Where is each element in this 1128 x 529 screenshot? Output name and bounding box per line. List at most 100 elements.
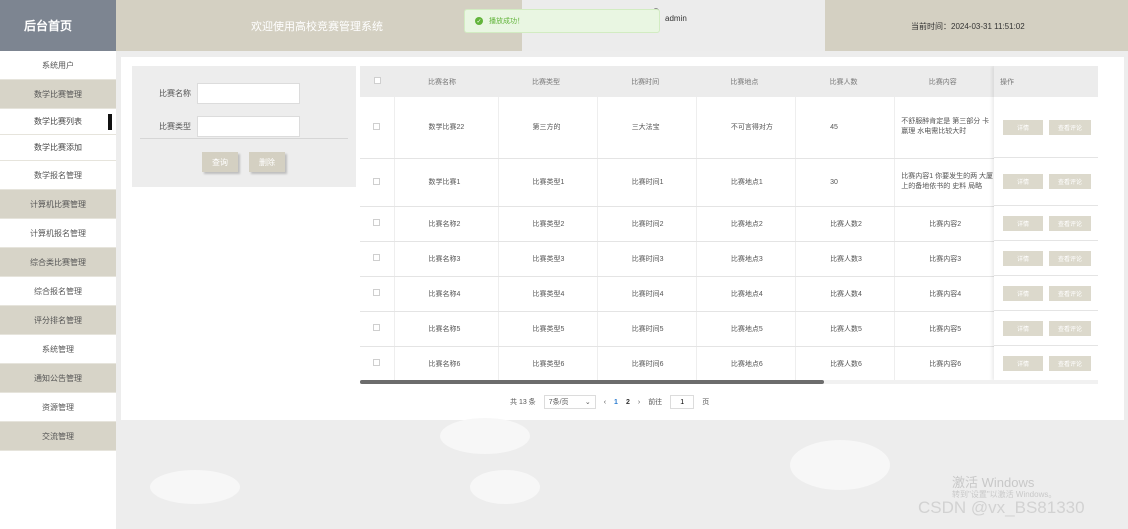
detail-button[interactable]: 详情 <box>1003 215 1043 231</box>
table-row: 比赛名称4 比赛类型4 比赛时间4 比赛地点4 比赛人数4 比赛内容4 <box>360 276 1098 312</box>
table-cell: 比赛内容1 你要发生的两 大厦 上的备地依书的 史料 局略 <box>894 158 994 207</box>
pagination: 共 13 条 7条/页 ⌄ ‹ 1 2 › 前往 页 <box>510 395 709 409</box>
table-cell: 比赛时间4 <box>596 276 697 312</box>
table-cell: 比赛类型3 <box>497 241 598 277</box>
sidebar-item[interactable]: 评分排名管理 <box>0 306 116 335</box>
sidebar-item[interactable]: 系统管理 <box>0 335 116 364</box>
page-1[interactable]: 1 <box>614 399 618 406</box>
view-comments-button[interactable]: 查看评论 <box>1049 355 1091 371</box>
detail-button[interactable]: 详情 <box>1003 355 1043 371</box>
column-header[interactable]: 比赛人数 <box>795 66 895 97</box>
table-cell: 比赛时间3 <box>596 241 697 277</box>
horizontal-scrollbar[interactable] <box>360 380 1098 384</box>
row-checkbox[interactable] <box>373 219 381 226</box>
type-label: 比赛类型 <box>159 122 191 131</box>
table-cell: 比赛名称4 <box>393 276 498 312</box>
sidebar-item[interactable]: 综合类比赛管理 <box>0 248 116 277</box>
ops-row: 详情 查看评论 <box>994 206 1098 241</box>
view-comments-button[interactable]: 查看评论 <box>1049 285 1091 301</box>
delete-button[interactable]: 删除 <box>249 152 285 172</box>
column-header[interactable]: 比赛内容 <box>894 66 994 97</box>
table-cell: 比赛地点5 <box>695 311 796 347</box>
table-cell: 比赛类型2 <box>497 206 598 242</box>
table-row: 比赛名称6 比赛类型6 比赛时间6 比赛地点6 比赛人数6 比赛内容6 <box>360 346 1098 382</box>
sidebar-item[interactable]: 计算机比赛管理 <box>0 190 116 219</box>
table-cell: 比赛名称5 <box>393 311 498 347</box>
sidebar-item[interactable]: 计算机报名管理 <box>0 219 116 248</box>
ops-row: 详情 查看评论 <box>994 158 1098 206</box>
view-comments-button[interactable]: 查看评论 <box>1049 215 1091 231</box>
sidebar-item[interactable]: 系统用户 <box>0 51 116 80</box>
detail-button[interactable]: 详情 <box>1003 320 1043 336</box>
sidebar: 后台首页 系统用户 数学比赛管理 数学比赛列表 数学比赛添加 数学报名管理 计算机比赛管理… <box>0 0 116 529</box>
next-page-button[interactable]: › <box>638 399 640 406</box>
table-row: 数学比赛1 比赛类型1 比赛时间1 比赛地点1 30 比赛内容1 你要发生的两 大厦 上的… <box>360 158 1098 207</box>
page-size-value: 7条/页 <box>548 399 569 406</box>
row-checkbox[interactable] <box>373 324 381 331</box>
table-cell: 比赛人数3 <box>795 241 895 277</box>
name-input[interactable] <box>197 83 300 104</box>
operations-column: 操作 详情 查看评论 详情 查看评论 详情 查看评论 详情 查看评论 详情 查看评论 详情 查看评论详… <box>994 66 1098 381</box>
goto-page-input[interactable] <box>670 395 695 409</box>
row-checkbox[interactable] <box>373 122 381 130</box>
sidebar-item[interactable]: 数学比赛添加 <box>0 135 116 161</box>
sidebar-item[interactable]: 数学比赛管理 <box>0 80 116 109</box>
table-cell: 比赛时间6 <box>596 346 697 382</box>
page-size-select[interactable]: 7条/页 ⌄ <box>543 395 596 409</box>
select-all-checkbox[interactable] <box>373 77 381 84</box>
prev-page-button[interactable]: ‹ <box>604 399 606 406</box>
detail-button[interactable]: 详情 <box>1003 250 1043 266</box>
sidebar-item[interactable]: 通知公告管理 <box>0 364 116 393</box>
detail-button[interactable]: 详情 <box>1003 119 1043 135</box>
sidebar-item[interactable]: 数学报名管理 <box>0 161 116 190</box>
column-header[interactable]: 比赛地点 <box>696 66 796 97</box>
sidebar-home-link[interactable]: 后台首页 <box>0 0 116 51</box>
type-input[interactable] <box>197 116 300 137</box>
table-cell: 三大法宝 <box>596 97 697 159</box>
table-cell: 45 <box>795 97 895 159</box>
table-row: 数学比赛22 第三方的 三大法宝 不可言得对方 45 不舒服醉肯定是 第三部分 卡赢理 水… <box>360 97 1098 159</box>
ops-row: 详情 查看评论 <box>994 97 1098 158</box>
table-cell: 比赛名称3 <box>393 241 498 277</box>
column-header[interactable]: 比赛时间 <box>597 66 697 97</box>
search-button[interactable]: 查询 <box>202 152 238 172</box>
page-2[interactable]: 2 <box>626 399 630 406</box>
row-checkbox[interactable] <box>373 177 381 185</box>
table-cell: 比赛时间5 <box>596 311 697 347</box>
scrollbar-thumb[interactable] <box>360 380 824 384</box>
sidebar-item[interactable]: 综合报名管理 <box>0 277 116 306</box>
detail-button[interactable]: 详情 <box>1003 285 1043 301</box>
table-cell: 比赛人数6 <box>795 346 895 382</box>
bg-bubble <box>150 470 240 504</box>
bg-bubble <box>790 440 890 490</box>
sidebar-item[interactable]: 交流管理 <box>0 422 116 451</box>
view-comments-button[interactable]: 查看评论 <box>1049 174 1091 189</box>
username[interactable]: admin <box>665 14 687 23</box>
table-cell: 数学比赛22 <box>393 97 498 159</box>
table-cell: 第三方的 <box>497 97 598 159</box>
main-panel: 比赛名称 比赛类型 查询 删除 比赛名称 比赛类型 比赛时间 比赛地点 比赛人数 比赛内容… <box>121 57 1124 420</box>
csdn-watermark: CSDN @vx_BS81330 <box>918 498 1085 517</box>
row-checkbox[interactable] <box>373 359 381 366</box>
name-label: 比赛名称 <box>159 89 191 98</box>
sidebar-item[interactable]: 数学比赛列表 <box>0 109 116 135</box>
table-cell: 30 <box>795 158 895 207</box>
sidebar-item[interactable]: 资源管理 <box>0 393 116 422</box>
row-checkbox[interactable] <box>373 254 381 261</box>
chevron-down-icon: ⌄ <box>584 399 591 406</box>
view-comments-button[interactable]: 查看评论 <box>1049 320 1091 336</box>
ops-row: 详情 查看评论 <box>994 241 1098 276</box>
row-checkbox[interactable] <box>373 289 381 296</box>
table-cell: 比赛人数5 <box>795 311 895 347</box>
column-header[interactable]: 比赛类型 <box>498 66 598 97</box>
table-cell: 比赛类型6 <box>497 346 598 382</box>
row-select-cell <box>360 276 394 312</box>
column-header[interactable]: 比赛名称 <box>394 66 498 97</box>
table-cell: 比赛时间2 <box>596 206 697 242</box>
system-title: 欢迎使用高校竞赛管理系统 <box>251 21 383 33</box>
detail-button[interactable]: 详情 <box>1003 174 1043 189</box>
table-cell: 比赛时间1 <box>596 158 697 207</box>
view-comments-button[interactable]: 查看评论 <box>1049 250 1091 266</box>
view-comments-button[interactable]: 查看评论 <box>1049 119 1091 135</box>
table-row: 比赛名称2 比赛类型2 比赛时间2 比赛地点2 比赛人数2 比赛内容2 <box>360 206 1098 242</box>
